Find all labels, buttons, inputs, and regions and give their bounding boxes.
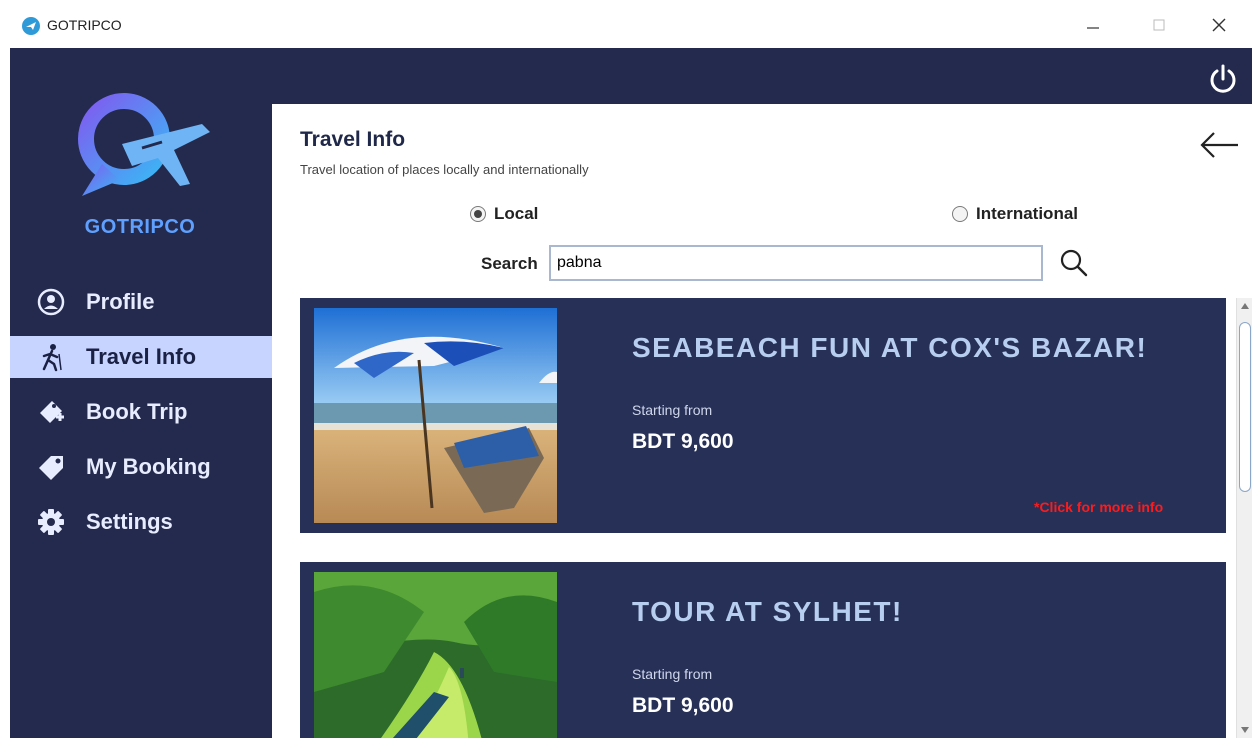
gear-icon (36, 507, 66, 537)
radio-local[interactable]: Local (470, 204, 538, 224)
radio-international[interactable]: International (952, 204, 1078, 224)
close-button[interactable] (1196, 10, 1242, 40)
search-label: Search (481, 254, 538, 273)
back-arrow-icon[interactable] (1196, 128, 1242, 162)
app-frame: GOTRIPCO Profile Travel Info Book Trip M… (10, 48, 1252, 738)
trip-card[interactable]: SEABEACH FUN AT COX'S BAZAR! Starting fr… (300, 298, 1226, 533)
radio-label: International (976, 204, 1079, 223)
scroll-up-icon[interactable] (1237, 298, 1252, 314)
card-price: BDT 9,600 (632, 430, 734, 453)
logo-icon (62, 84, 212, 204)
page-subtitle: Travel location of places locally and in… (300, 162, 589, 177)
search-input[interactable] (549, 245, 1043, 281)
sidebar-item-profile[interactable]: Profile (10, 281, 272, 323)
sidebar-item-book-trip[interactable]: Book Trip (10, 391, 272, 433)
river-image (314, 572, 557, 738)
window-title: GOTRIPCO (47, 17, 122, 33)
user-circle-icon (36, 287, 66, 317)
radio-dot (952, 206, 968, 222)
sidebar-nav: Profile Travel Info Book Trip My Booking (10, 281, 272, 556)
sidebar-item-my-booking[interactable]: My Booking (10, 446, 272, 488)
sidebar-item-travel-info[interactable]: Travel Info (10, 336, 272, 378)
page-title: Travel Info (300, 128, 406, 151)
card-title: SEABEACH FUN AT COX'S BAZAR! (632, 332, 1148, 363)
radio-dot (470, 206, 486, 222)
sidebar-item-label: Settings (86, 509, 173, 534)
card-from-label: Starting from (632, 666, 713, 682)
airplane-icon (22, 17, 40, 35)
more-info-link[interactable]: *Click for more info (1034, 499, 1163, 515)
sidebar-item-label: My Booking (86, 454, 211, 479)
card-price: BDT 9,600 (632, 694, 734, 717)
card-from-label: Starting from (632, 402, 713, 418)
beach-image (314, 308, 557, 523)
card-title: TOUR AT SYLHET! (632, 596, 903, 627)
sidebar-item-label: Book Trip (86, 399, 188, 424)
trip-card[interactable]: TOUR AT SYLHET! Starting from BDT 9,600 (300, 562, 1226, 738)
brand-name: GOTRIPCO (84, 216, 196, 238)
tag-icon (36, 452, 66, 482)
maximize-button[interactable] (1136, 10, 1182, 40)
sidebar-item-label: Profile (86, 289, 155, 314)
minimize-button[interactable] (1070, 10, 1116, 40)
vertical-scrollbar[interactable] (1236, 298, 1252, 738)
power-icon[interactable] (1206, 62, 1240, 96)
sidebar-item-settings[interactable]: Settings (10, 501, 272, 543)
hiker-icon (36, 342, 66, 372)
sidebar-item-label: Travel Info (86, 344, 197, 369)
main-panel: Travel Info Travel location of places lo… (272, 104, 1252, 738)
scroll-thumb[interactable] (1239, 322, 1251, 492)
search-icon[interactable] (1058, 247, 1090, 279)
ticket-plus-icon (36, 397, 66, 427)
scroll-down-icon[interactable] (1237, 722, 1252, 738)
title-bar: GOTRIPCO (0, 0, 1252, 48)
radio-label: Local (494, 204, 539, 223)
